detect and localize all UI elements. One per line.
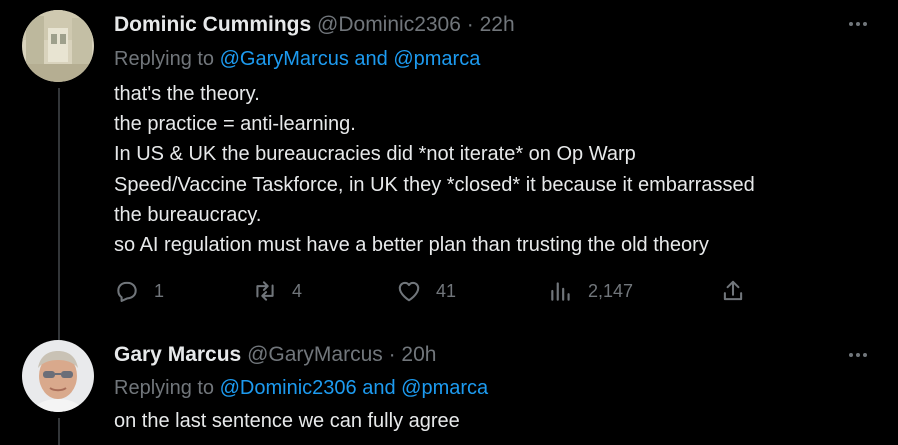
views-icon	[551, 282, 570, 301]
tweet-text: that's the theory. the practice = anti-l…	[114, 79, 874, 260]
share-button[interactable]	[720, 274, 746, 308]
more-button[interactable]	[844, 10, 872, 38]
tweet-text: on the last sentence we can fully agree	[114, 406, 874, 436]
replying-to-label: Replying to	[114, 48, 220, 70]
tweet-timestamp[interactable]: 22h	[480, 13, 515, 36]
avatar[interactable]	[22, 10, 94, 82]
tweet-timestamp[interactable]: 20h	[401, 343, 436, 366]
views-count: 2,147	[588, 280, 634, 301]
tweet-actions: 1 4 41 2,147	[114, 274, 764, 308]
separator-dot: ·	[460, 13, 480, 36]
reply-button[interactable]: 1	[114, 274, 164, 308]
like-count: 41	[436, 280, 457, 301]
reply-icon	[117, 281, 137, 302]
mention-link[interactable]: @pmarca	[393, 48, 480, 70]
mention-link[interactable]: @GaryMarcus	[220, 48, 349, 70]
replying-to: Replying to @Dominic2306 and @pmarca	[114, 375, 488, 401]
mention-and-text[interactable]: and	[349, 48, 393, 70]
reply-count: 1	[154, 280, 165, 301]
replying-to-label: Replying to	[114, 377, 220, 399]
tweet[interactable]: Gary Marcus @GaryMarcus · 20h Replying t…	[0, 336, 898, 445]
more-horizontal-icon	[849, 353, 867, 357]
avatar-image	[22, 10, 94, 82]
more-button[interactable]	[844, 341, 872, 369]
avatar-image	[22, 340, 94, 412]
reply-thread: Dominic Cummings @Dominic2306 · 22h Repl…	[0, 0, 898, 445]
tweet[interactable]: Dominic Cummings @Dominic2306 · 22h Repl…	[0, 0, 898, 336]
tweet-header: Dominic Cummings @Dominic2306 · 22h	[114, 12, 515, 38]
retweet-count: 4	[292, 280, 303, 301]
tweet-text-line: In US & UK the bureaucracies did *not it…	[114, 143, 636, 166]
mention-link[interactable]: @Dominic2306	[220, 377, 357, 399]
mention-and-text[interactable]: and	[357, 377, 401, 399]
share-icon	[723, 280, 743, 301]
replying-to: Replying to @GaryMarcus and @pmarca	[114, 46, 480, 72]
separator-dot: ·	[382, 343, 402, 366]
tweet-text-line: on the last sentence we can fully agree	[114, 410, 460, 432]
retweet-button[interactable]: 4	[252, 274, 302, 308]
like-button[interactable]: 41	[396, 274, 456, 308]
more-horizontal-icon	[849, 22, 867, 26]
retweet-icon	[256, 281, 274, 301]
tweet-text-line: the practice = anti-learning.	[114, 113, 356, 136]
tweet-text-line: the bureaucracy.	[114, 203, 262, 226]
tweet-header: Gary Marcus @GaryMarcus · 20h	[114, 342, 436, 368]
mention-link[interactable]: @pmarca	[401, 377, 488, 399]
tweet-text-line: so AI regulation must have a better plan…	[114, 234, 709, 257]
author-handle[interactable]: @GaryMarcus	[247, 343, 383, 366]
author-name[interactable]: Gary Marcus	[114, 343, 241, 366]
avatar[interactable]	[22, 340, 94, 412]
author-handle[interactable]: @Dominic2306	[317, 13, 461, 36]
tweet-text-line: that's the theory.	[114, 83, 260, 105]
tweet-text-line: Speed/Vaccine Taskforce, in UK they *clo…	[114, 173, 755, 196]
author-name[interactable]: Dominic Cummings	[114, 13, 311, 36]
heart-icon	[398, 281, 420, 302]
views-button[interactable]: 2,147	[548, 274, 633, 308]
